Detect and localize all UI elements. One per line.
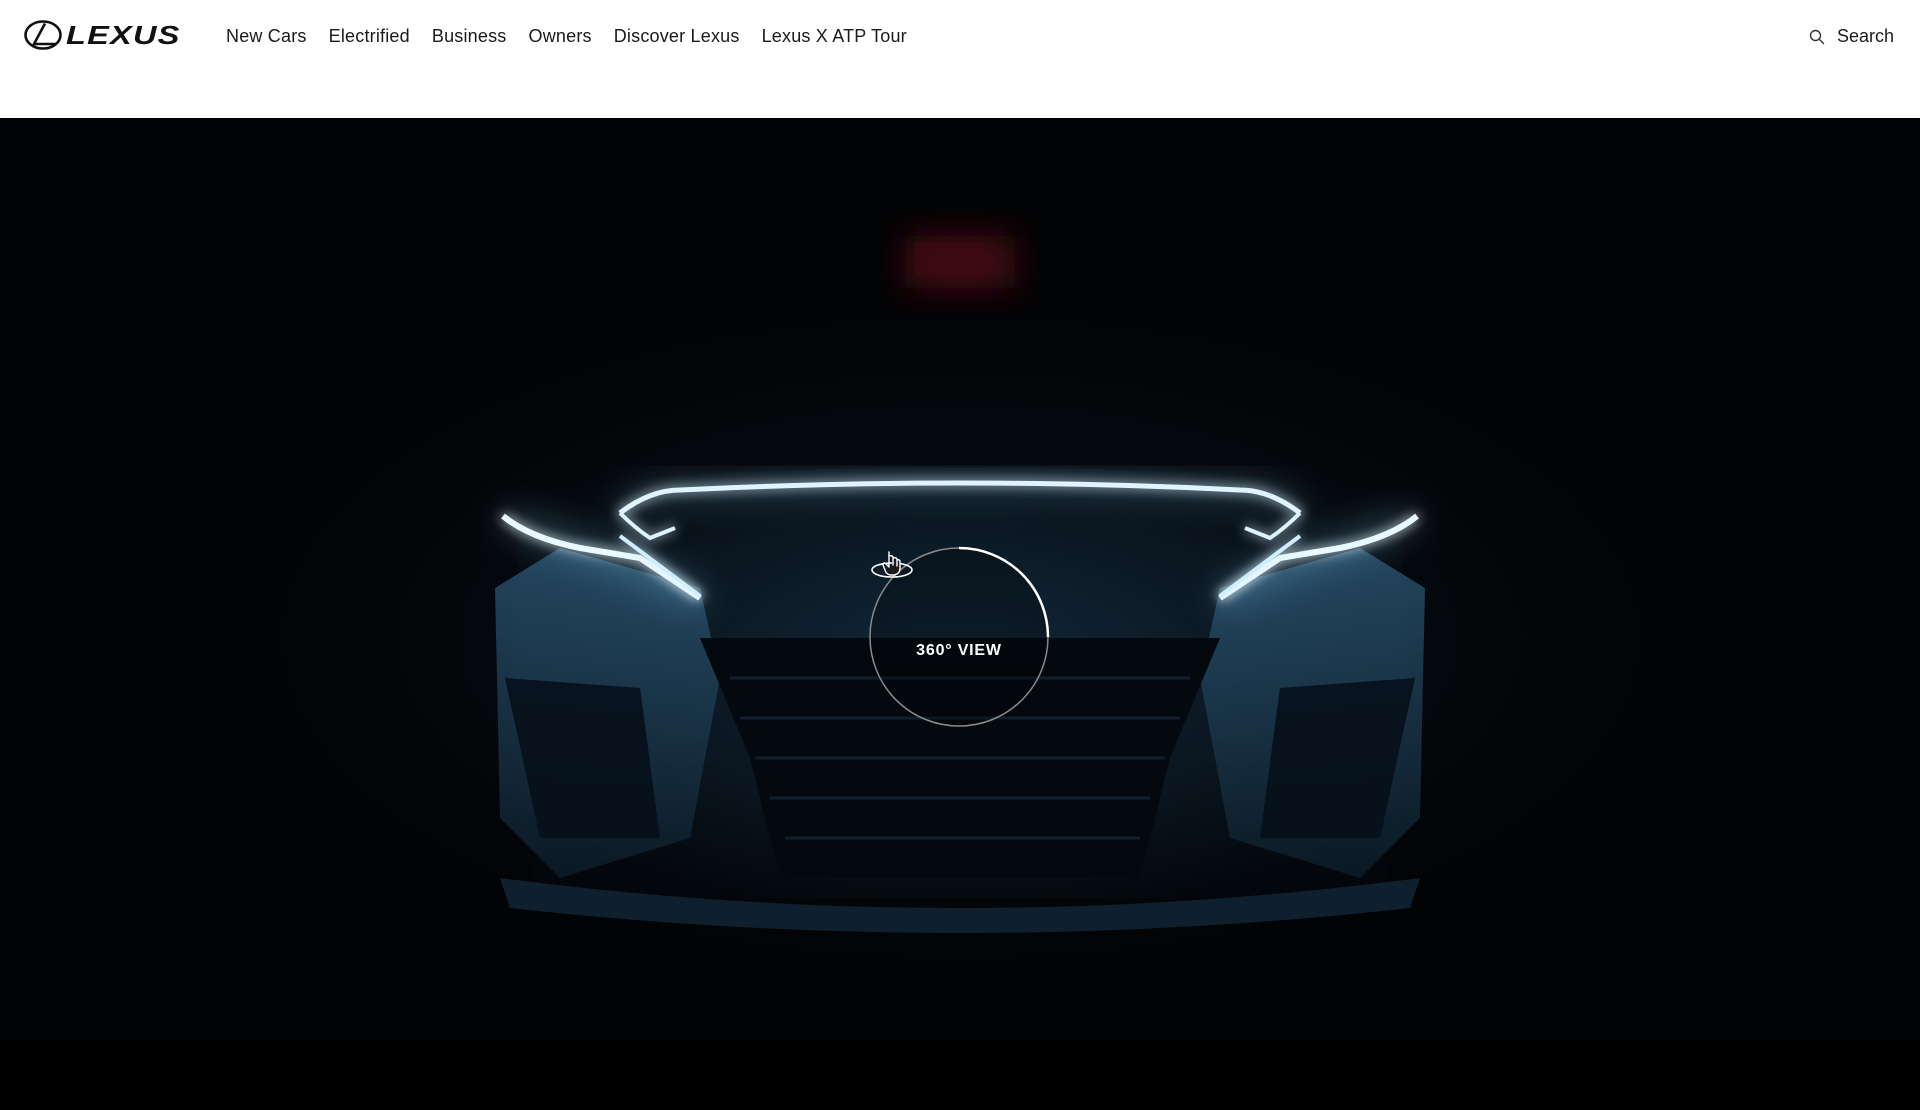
logo-wordmark: LEXUS (66, 19, 181, 50)
nav-business[interactable]: Business (421, 26, 518, 46)
360-view-label: 360° VIEW (916, 642, 1002, 659)
hero-vehicle-viewer[interactable]: 360° VIEW (0, 118, 1920, 1110)
main-nav: New Cars Electrified Business Owners Dis… (226, 26, 918, 46)
nav-new-cars[interactable]: New Cars (226, 26, 318, 46)
hand-rotate-icon (871, 551, 913, 578)
nav-electrified[interactable]: Electrified (318, 26, 421, 46)
nav-owners[interactable]: Owners (518, 26, 603, 46)
search-button[interactable]: Search (1809, 26, 1894, 47)
search-label: Search (1836, 26, 1894, 46)
360-view-button[interactable]: 360° VIEW (868, 546, 1050, 728)
lexus-emblem-icon (24, 20, 62, 50)
hero-bottom-band (0, 1040, 1920, 1110)
nav-lexus-atp-tour[interactable]: Lexus X ATP Tour (751, 26, 918, 46)
search-icon (1809, 29, 1825, 44)
site-header: LEXUS New Cars Electrified Business Owne… (0, 0, 1920, 118)
nav-discover-lexus[interactable]: Discover Lexus (603, 26, 751, 46)
lexus-logo[interactable]: LEXUS (24, 18, 179, 52)
